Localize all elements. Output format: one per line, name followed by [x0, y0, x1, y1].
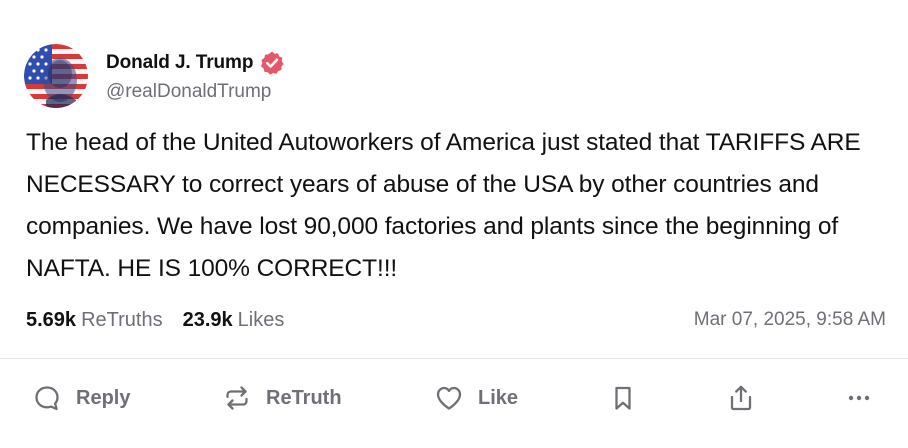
retruth-icon: [222, 383, 252, 413]
name-row: Donald J. Trump: [106, 49, 285, 77]
post-header: Donald J. Trump @realDonaldTrump: [24, 44, 285, 108]
share-icon: [726, 383, 756, 413]
more-button[interactable]: [844, 370, 874, 426]
reply-button[interactable]: Reply: [32, 370, 130, 426]
share-button[interactable]: [726, 370, 756, 426]
post-timestamp[interactable]: Mar 07, 2025, 9:58 AM: [694, 309, 886, 331]
post-text: The head of the United Autoworkers of Am…: [26, 129, 861, 282]
divider: [0, 358, 908, 359]
post-stats: 5.69k ReTruths 23.9k Likes Mar 07, 2025,…: [26, 304, 886, 336]
retruths-stat[interactable]: 5.69k ReTruths: [26, 309, 163, 332]
reply-label: Reply: [76, 386, 131, 409]
retruth-button[interactable]: ReTruth: [222, 370, 342, 426]
verified-badge-icon: [259, 50, 285, 76]
avatar[interactable]: [24, 44, 88, 108]
avatar-flag-portrait-icon: [24, 44, 88, 108]
likes-count: 23.9k: [182, 308, 233, 331]
post-card: Donald J. Trump @realDonaldTrump The hea…: [0, 0, 908, 448]
handle[interactable]: @realDonaldTrump: [106, 81, 285, 103]
like-label: Like: [478, 386, 519, 409]
bookmark-button[interactable]: [608, 370, 638, 426]
retruth-label: ReTruth: [266, 386, 342, 409]
reply-icon: [32, 383, 62, 413]
like-button[interactable]: Like: [434, 370, 518, 426]
display-name[interactable]: Donald J. Trump: [106, 52, 253, 74]
bookmark-icon: [608, 383, 638, 413]
likes-label: Likes: [237, 308, 285, 331]
likes-stat[interactable]: 23.9k Likes: [183, 309, 285, 332]
retruths-count: 5.69k: [26, 308, 77, 331]
heart-icon: [434, 383, 464, 413]
retruths-label: ReTruths: [81, 308, 163, 331]
action-bar: Reply ReTruth Like: [0, 370, 908, 426]
more-icon: [844, 383, 874, 413]
author-info: Donald J. Trump @realDonaldTrump: [106, 49, 285, 103]
